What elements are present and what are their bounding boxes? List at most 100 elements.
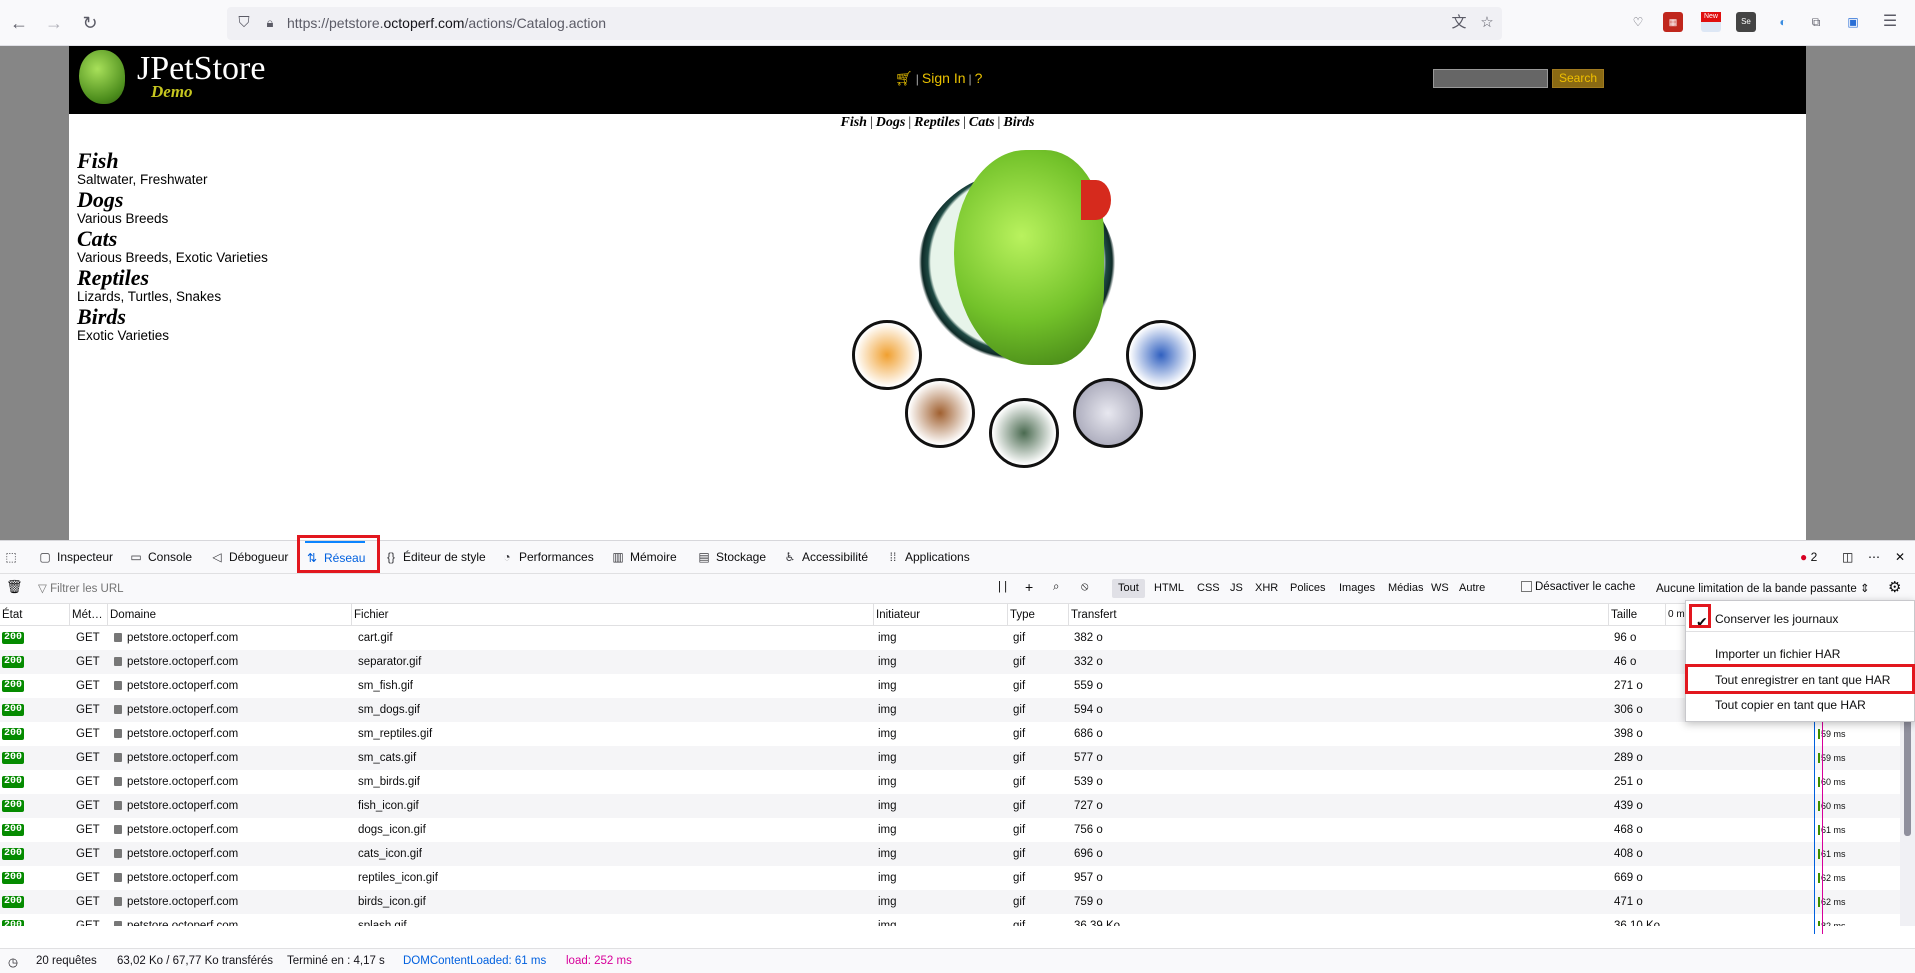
more-options-icon[interactable]: ⋯ [1868,541,1880,574]
forward-arrow-icon[interactable]: → [43,12,65,34]
quicklink-reptiles[interactable]: Reptiles [914,115,960,130]
reload-icon[interactable]: ↻ [79,12,101,34]
category-dogs-link[interactable]: Dogs [77,189,407,211]
table-row[interactable]: 200 GET petstore.octoperf.com sm_dogs.gif im… [0,698,1900,722]
keyword-search-input[interactable] [1433,69,1548,88]
col-fichier[interactable]: Fichier [352,604,874,626]
filter-url-input[interactable]: ▽ Filtrer les URL [38,581,124,595]
tab-applications[interactable]: ⁞⁞ Applications [886,541,970,574]
type-filter-autre[interactable]: Autre [1453,579,1491,598]
tab-debogueur[interactable]: ◁ Débogueur [210,541,288,574]
col-taille[interactable]: Taille [1609,604,1666,626]
table-row[interactable]: 200 GET petstore.octoperf.com cart.gif img gi… [0,626,1900,650]
type-filter-js[interactable]: JS [1224,579,1249,598]
quicklink-dogs[interactable]: Dogs [876,115,906,130]
table-row[interactable]: 200 GET petstore.octoperf.com fish_icon.gif… [0,794,1900,818]
col-type[interactable]: Type [1008,604,1069,626]
pocket-icon[interactable]: ♡ [1628,12,1648,32]
tab-editeur-de-style[interactable]: {} Éditeur de style [384,541,486,574]
cart-icon[interactable]: 🛒︎ [895,70,913,86]
tab-accessibilite[interactable]: ♿︎ Accessibilité [783,541,868,574]
sign-in-link[interactable]: Sign In [922,70,966,86]
extension-blue-icon[interactable]: ▣ [1843,12,1863,32]
table-row[interactable]: 200 GET petstore.octoperf.com cats_icon.gif… [0,842,1900,866]
tab-label: Inspecteur [57,550,114,564]
waterfall-bar [1818,801,1820,811]
quicklink-cats[interactable]: Cats [969,115,995,130]
type-filter-xhr[interactable]: XHR [1249,579,1284,598]
pause-icon[interactable]: | | [998,581,1007,593]
type-filter-ws[interactable]: WS [1425,579,1455,598]
table-row[interactable]: 200 GET petstore.octoperf.com sm_birds.gif i… [0,770,1900,794]
cats-image-map[interactable] [1073,378,1143,448]
translate-icon[interactable]: 文 [1449,13,1469,33]
throttling-select[interactable]: Aucune limitation de la bande passante ⇕ [1656,581,1870,595]
table-row[interactable]: 200 GET petstore.octoperf.com dogs_icon.gif… [0,818,1900,842]
table-row[interactable]: 200 GET petstore.octoperf.com sm_cats.gif im… [0,746,1900,770]
col-etat[interactable]: État [0,604,70,626]
col-transfert[interactable]: Transfert [1069,604,1609,626]
type-filter-medias[interactable]: Médias [1382,579,1429,598]
category-reptiles-link[interactable]: Reptiles [77,267,407,289]
disable-cache-checkbox[interactable]: Désactiver le cache [1521,581,1635,593]
extension-se-icon[interactable]: Se [1736,12,1756,32]
type-filter-polices[interactable]: Polices [1284,579,1331,598]
network-settings-gear-icon[interactable]: ⚙︎ [1888,578,1901,596]
category-birds-link[interactable]: Birds [77,306,407,328]
type-filter-tout[interactable]: Tout [1112,579,1145,598]
fish-image-map[interactable] [852,320,922,390]
tab-inspecteur[interactable]: ▢ Inspecteur [38,541,113,574]
table-row[interactable]: 200 GET petstore.octoperf.com separator.gif… [0,650,1900,674]
menu-hamburger-icon[interactable]: ☰ [1880,12,1900,32]
search-icon[interactable]: ⌕ [1053,581,1059,594]
table-row[interactable]: 200 GET petstore.octoperf.com splash.gif img… [0,914,1900,926]
reptiles-image-map[interactable] [989,398,1059,468]
error-count[interactable]: ● 2 [1800,541,1817,574]
type-filter-css[interactable]: CSS [1191,579,1226,598]
quicklink-fish[interactable]: Fish [841,115,867,130]
tab-stockage[interactable]: ▤ Stockage [697,541,766,574]
menu-copy-all-har[interactable]: Tout copier en tant que HAR [1686,693,1914,717]
table-row[interactable]: 200 GET petstore.octoperf.com birds_icon.gi… [0,890,1900,914]
category-fish-link[interactable]: Fish [77,150,407,172]
trash-icon[interactable]: 🗑︎ [6,579,23,595]
menu-import-har[interactable]: Importer un fichier HAR [1686,645,1914,663]
help-link[interactable]: ? [975,70,983,86]
extension-new-icon[interactable]: New [1701,12,1721,32]
domain-cell: petstore.octoperf.com [112,746,352,768]
extensions-puzzle-icon[interactable]: ⧉ [1806,12,1826,32]
element-picker-icon[interactable]: ⬚ [4,541,23,574]
table-row[interactable]: 200 GET petstore.octoperf.com sm_reptiles.g… [0,722,1900,746]
quicklink-birds[interactable]: Birds [1003,115,1034,130]
method-cell: GET [76,872,100,884]
close-devtools-icon[interactable]: ✕ [1895,541,1905,574]
col-domaine[interactable]: Domaine [108,604,352,626]
menu-persist-logs[interactable]: ✔ Conserver les journaux [1686,607,1914,631]
lock-icon[interactable]: 🔒︎ [260,13,280,33]
category-cats-link[interactable]: Cats [77,228,407,250]
back-arrow-icon[interactable]: ← [8,12,30,34]
table-row[interactable]: 200 GET petstore.octoperf.com sm_fish.gif im… [0,674,1900,698]
tab-performances[interactable]: ◔ Performances [500,541,593,574]
tab-memoire[interactable]: ▥ Mémoire [611,541,676,574]
parrot-logo-icon[interactable] [79,50,125,104]
type-filter-images[interactable]: Images [1333,579,1381,598]
tracking-shield-icon[interactable]: ⛉ [234,13,254,33]
col-methode[interactable]: Mét… [70,604,108,626]
block-icon[interactable]: ⦸ [1081,581,1089,594]
url-bar[interactable]: ⛉ 🔒︎ https://petstore.octoperf.com/actio… [227,7,1502,40]
col-initiateur[interactable]: Initiateur [874,604,1008,626]
birds-image-map[interactable] [1126,320,1196,390]
search-button[interactable]: Search [1552,69,1604,88]
bookmark-star-icon[interactable]: ☆ [1477,13,1497,33]
add-blocking-icon[interactable]: + [1025,579,1033,595]
extension-circle-icon[interactable]: ◐ [1773,12,1793,32]
disable-cache-label: Désactiver le cache [1535,581,1636,593]
tab-console[interactable]: ▭ Console [129,541,192,574]
dock-toggle-icon[interactable]: ◫ [1842,541,1853,574]
table-row[interactable]: 200 GET petstore.octoperf.com reptiles_icon… [0,866,1900,890]
type-filter-html[interactable]: HTML [1148,579,1190,598]
dogs-image-map[interactable] [905,378,975,448]
extension-red-icon[interactable]: ▦ [1663,12,1683,32]
url-text[interactable]: https://petstore.octoperf.com/actions/Ca… [287,15,606,31]
